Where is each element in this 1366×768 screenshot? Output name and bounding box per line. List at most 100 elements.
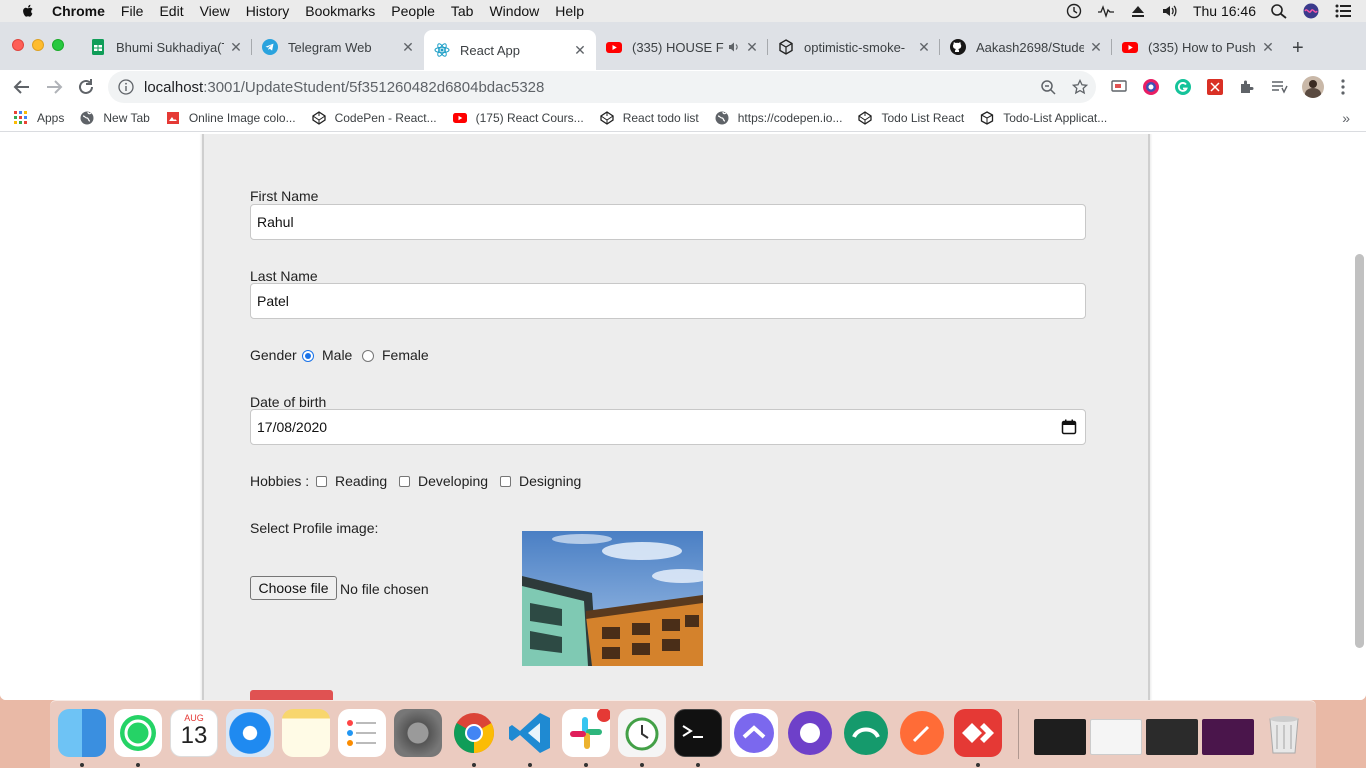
address-bar[interactable]: localhost:3001/UpdateStudent/5f351260482…: [108, 71, 1096, 103]
activity-icon[interactable]: [1097, 3, 1115, 19]
notification-center-icon[interactable]: [1334, 3, 1352, 19]
menu-bookmarks[interactable]: Bookmarks: [305, 3, 375, 19]
slack-icon[interactable]: [562, 708, 611, 757]
safari-icon[interactable]: [226, 709, 274, 757]
tab-github[interactable]: Aakash2698/Stude ✕: [940, 31, 1112, 63]
cast-extension-icon[interactable]: [1110, 78, 1128, 96]
site-info-icon[interactable]: [118, 79, 134, 95]
bookmark-todo-list-app[interactable]: Todo-List Applicat...: [980, 111, 1107, 125]
menu-edit[interactable]: Edit: [159, 3, 183, 19]
chrome-icon[interactable]: [450, 709, 498, 757]
apple-icon[interactable]: [20, 3, 36, 19]
hobby-developing-label[interactable]: Developing: [418, 473, 488, 489]
bookmark-codepen-url[interactable]: https://codepen.io...: [715, 111, 842, 125]
bookmark-react-course[interactable]: (175) React Cours...: [452, 111, 584, 125]
tab-react-app[interactable]: React App ✕: [424, 30, 596, 70]
anydesk-icon[interactable]: [954, 709, 1002, 757]
postman-window-thumbnail[interactable]: [1146, 719, 1198, 755]
bookmark-new-tab[interactable]: New Tab: [80, 111, 150, 125]
notes-icon[interactable]: [282, 709, 330, 757]
minimize-window-button[interactable]: [32, 39, 44, 51]
close-icon[interactable]: ✕: [1262, 39, 1274, 56]
github-desktop-icon[interactable]: [786, 709, 834, 757]
bookmark-star-icon[interactable]: [1072, 79, 1088, 95]
close-icon[interactable]: ✕: [230, 39, 242, 56]
close-window-button[interactable]: [12, 39, 24, 51]
gender-male-radio[interactable]: [302, 350, 314, 362]
menu-app-name[interactable]: Chrome: [52, 3, 105, 19]
red-extension-icon[interactable]: [1206, 78, 1224, 96]
clickup-icon[interactable]: [730, 709, 778, 757]
first-name-input[interactable]: Rahul: [250, 204, 1086, 240]
vscode-window-thumbnail[interactable]: [1034, 719, 1086, 755]
new-tab-button[interactable]: +: [1292, 37, 1304, 60]
bookmark-apps[interactable]: Apps: [14, 110, 64, 125]
gender-male-label[interactable]: Male: [322, 347, 352, 363]
spotlight-search-icon[interactable]: [1270, 3, 1288, 19]
menu-tab[interactable]: Tab: [451, 3, 474, 19]
notes-window-thumbnail[interactable]: [1090, 719, 1142, 755]
menu-clock[interactable]: Thu 16:46: [1193, 3, 1256, 19]
submit-button[interactable]: [250, 690, 333, 700]
bookmark-todo-list-react[interactable]: Todo List React: [858, 111, 964, 125]
hobby-designing-checkbox[interactable]: [500, 476, 511, 487]
slack-window-thumbnail[interactable]: [1202, 719, 1254, 755]
reload-icon[interactable]: [76, 77, 96, 97]
close-icon[interactable]: ✕: [1090, 39, 1102, 56]
close-icon[interactable]: ✕: [746, 39, 758, 56]
tab-youtube-push[interactable]: (335) How to Push ✕: [1112, 31, 1284, 63]
hobby-reading-checkbox[interactable]: [316, 476, 327, 487]
zoom-window-button[interactable]: [52, 39, 64, 51]
reading-list-icon[interactable]: [1270, 78, 1288, 96]
close-icon[interactable]: ✕: [918, 39, 930, 56]
close-icon[interactable]: ✕: [402, 39, 414, 56]
audio-playing-icon[interactable]: [728, 41, 740, 53]
tab-telegram[interactable]: Telegram Web ✕: [252, 31, 424, 63]
dob-date-input[interactable]: 17/08/2020: [250, 409, 1086, 445]
zoom-icon[interactable]: [1040, 79, 1056, 95]
chrome-menu-icon[interactable]: [1340, 78, 1346, 96]
choose-file-button[interactable]: Choose file: [250, 576, 337, 600]
hobby-developing-checkbox[interactable]: [399, 476, 410, 487]
last-name-input[interactable]: Patel: [250, 283, 1086, 319]
system-preferences-icon[interactable]: [394, 709, 442, 757]
calendar-app-icon[interactable]: AUG 13: [170, 709, 218, 757]
whatsapp-icon[interactable]: [114, 709, 162, 757]
extensions-puzzle-icon[interactable]: [1238, 78, 1256, 96]
postman-icon[interactable]: [898, 709, 946, 757]
volume-icon[interactable]: [1161, 3, 1179, 19]
vscode-icon[interactable]: [506, 709, 554, 757]
tab-bhumi-sheet[interactable]: Bhumi Sukhadiya(T ✕: [80, 31, 252, 63]
grammarly-icon[interactable]: [1174, 78, 1192, 96]
page-scrollbar[interactable]: [1355, 254, 1364, 648]
bookmark-image-color[interactable]: Online Image colo...: [166, 111, 296, 125]
reminders-icon[interactable]: [338, 709, 386, 757]
color-picker-extension-icon[interactable]: [1142, 78, 1160, 96]
menu-window[interactable]: Window: [489, 3, 539, 19]
hobby-designing-label[interactable]: Designing: [519, 473, 581, 489]
gitkraken-icon[interactable]: [842, 709, 890, 757]
time-machine-icon[interactable]: [1065, 3, 1083, 19]
siri-icon[interactable]: [1302, 3, 1320, 19]
eject-icon[interactable]: [1129, 3, 1147, 19]
menu-file[interactable]: File: [121, 3, 144, 19]
back-arrow-icon[interactable]: [12, 77, 32, 97]
menu-people[interactable]: People: [391, 3, 435, 19]
menu-help[interactable]: Help: [555, 3, 584, 19]
tab-youtube-house[interactable]: (335) HOUSE F ✕: [596, 31, 768, 63]
finder-icon[interactable]: [58, 709, 106, 757]
hobby-reading-label[interactable]: Reading: [335, 473, 387, 489]
clock-app-icon[interactable]: [618, 709, 666, 757]
gender-female-radio[interactable]: [362, 350, 374, 362]
forward-arrow-icon[interactable]: [44, 77, 64, 97]
tab-codesandbox[interactable]: optimistic-smoke- ✕: [768, 31, 940, 63]
avatar[interactable]: [1302, 76, 1324, 98]
menu-view[interactable]: View: [200, 3, 230, 19]
bookmarks-overflow-icon[interactable]: »: [1342, 110, 1350, 126]
menu-history[interactable]: History: [246, 3, 290, 19]
calendar-icon[interactable]: [1061, 419, 1077, 435]
close-icon[interactable]: ✕: [574, 42, 586, 59]
gender-female-label[interactable]: Female: [382, 347, 429, 363]
terminal-icon[interactable]: [674, 709, 722, 757]
bookmark-react-todo[interactable]: React todo list: [600, 111, 699, 125]
